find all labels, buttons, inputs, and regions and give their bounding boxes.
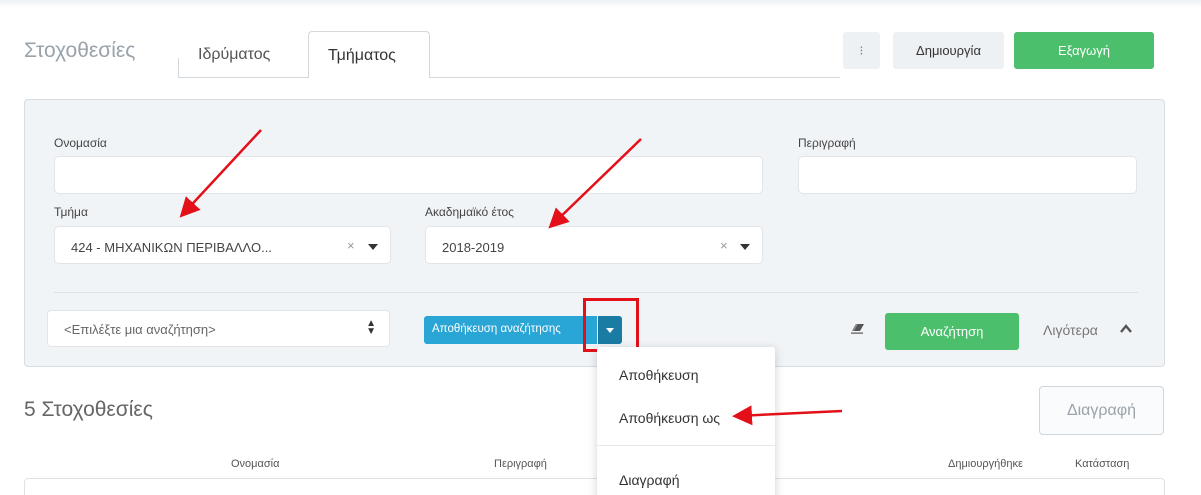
- year-value: 2018-2019: [442, 240, 505, 255]
- clear-x-icon[interactable]: ×: [720, 238, 728, 253]
- column-header-status[interactable]: Κατάσταση: [1075, 458, 1129, 470]
- more-options-button[interactable]: ⁝: [843, 32, 880, 69]
- department-select[interactable]: 424 - ΜΗΧΑΝΙΚΩΝ ΠΕΡΙΒΑΛΛΟ... ×: [54, 226, 391, 264]
- column-header-created[interactable]: Δημιουργήθηκε: [948, 458, 1023, 470]
- less-toggle[interactable]: Λιγότερα: [1043, 322, 1098, 338]
- description-label: Περιγραφή: [798, 136, 856, 150]
- tab-department[interactable]: Τμήματος: [308, 31, 430, 78]
- department-value: 424 - ΜΗΧΑΝΙΚΩΝ ΠΕΡΙΒΑΛΛΟ...: [71, 240, 272, 255]
- caret-down-icon[interactable]: [368, 244, 378, 250]
- page-title: Στοχοθεσίες: [24, 39, 136, 62]
- chevron-up-icon[interactable]: [1119, 322, 1133, 336]
- column-header-description[interactable]: Περιγραφή: [494, 458, 547, 470]
- menu-item-save[interactable]: Αποθήκευση: [619, 367, 698, 383]
- column-header-name[interactable]: Ονομασία: [231, 458, 279, 470]
- search-button[interactable]: Αναζήτηση: [885, 313, 1019, 350]
- highlight-box: [583, 298, 639, 352]
- clear-x-icon[interactable]: ×: [347, 238, 355, 253]
- panel-divider: [54, 292, 1138, 293]
- saved-search-select[interactable]: <Επιλέξτε μια αναζήτηση> ▲ ▼: [47, 310, 390, 347]
- sort-updown-icon: ▲ ▼: [366, 318, 376, 337]
- results-count-title: 5 Στοχοθεσίες: [24, 398, 153, 421]
- results-table: [24, 478, 1165, 495]
- save-search-button[interactable]: Αποθήκευση αναζήτησης: [424, 316, 597, 344]
- year-label: Ακαδημαϊκό έτος: [425, 205, 514, 219]
- save-search-dropdown-menu: Αποθήκευση Αποθήκευση ως Διαγραφή: [597, 347, 775, 495]
- name-input[interactable]: [54, 156, 763, 194]
- caret-down-icon[interactable]: [740, 244, 750, 250]
- tabs-divider-left: [178, 58, 179, 78]
- year-select[interactable]: 2018-2019 ×: [425, 226, 763, 264]
- menu-item-delete[interactable]: Διαγραφή: [619, 472, 679, 488]
- eraser-icon[interactable]: [851, 324, 865, 334]
- create-button[interactable]: Δημιουργία: [893, 32, 1004, 69]
- export-button[interactable]: Εξαγωγή: [1014, 32, 1154, 69]
- kebab-menu-icon: ⁝: [859, 43, 864, 58]
- tabs-underline: [178, 77, 840, 78]
- saved-search-placeholder: <Επιλέξτε μια αναζήτηση>: [64, 322, 216, 337]
- menu-item-save-as[interactable]: Αποθήκευση ως: [619, 410, 720, 426]
- top-shadow: [0, 0, 1201, 8]
- department-label: Τμήμα: [54, 205, 88, 219]
- name-label: Ονομασία: [54, 136, 107, 150]
- delete-button[interactable]: Διαγραφή: [1039, 386, 1164, 435]
- tab-institution[interactable]: Ιδρύματος: [198, 46, 270, 64]
- menu-divider: [597, 445, 775, 446]
- description-input[interactable]: [798, 156, 1137, 194]
